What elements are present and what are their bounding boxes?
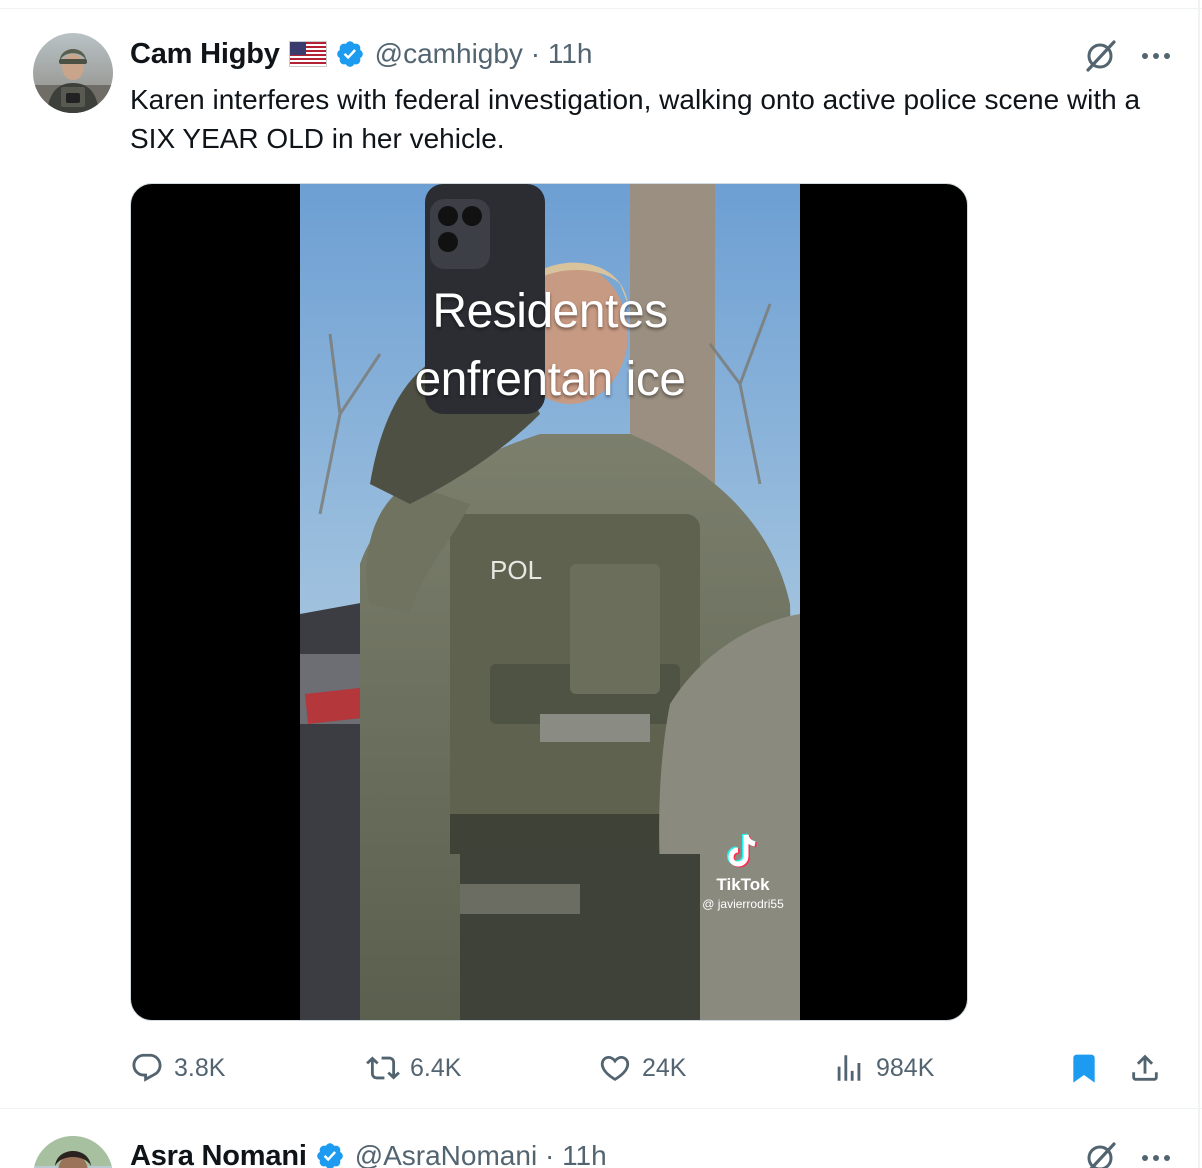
author-name[interactable]: Cam Higby [130,38,280,71]
us-flag-icon [288,41,327,67]
tiktok-logo-icon [726,833,760,872]
share-icon [1132,1054,1158,1081]
grok-icon[interactable] [1082,1140,1118,1168]
timeline-border [1198,0,1200,1168]
reply-icon [132,1053,162,1082]
tiktok-label: TikTok [716,875,770,894]
verified-badge-icon [335,39,365,69]
repost-button[interactable]: 6.4K [366,1048,461,1088]
tweet-text: Karen interferes with federal investigat… [130,84,1141,154]
video-frame[interactable]: POL Residentes enfrentan ice TikTok @ ja… [300,184,800,1020]
top-divider [0,8,1202,9]
repost-icon [366,1056,400,1080]
reply-count: 3.8K [174,1053,226,1082]
tweet-actions: 3.8K 6.4K 24K 984K [130,1048,1170,1088]
bookmark-icon [1073,1054,1095,1083]
tweet-time[interactable]: 11h [562,1140,607,1168]
tweet-header: Cam Higby @camhigby · 11h [130,36,592,72]
author-handle[interactable]: @camhigby · 11h [375,38,593,70]
tweet-top-actions [1082,38,1172,74]
more-icon[interactable] [1140,51,1172,61]
bookmark-button[interactable] [1068,1048,1110,1088]
tiktok-watermark: TikTok @ javierrodri55 [688,832,798,911]
like-count: 24K [642,1053,687,1082]
repost-count: 6.4K [410,1053,462,1082]
author-name[interactable]: Asra Nomani [130,1140,307,1168]
tweet-time[interactable]: 11h [548,38,593,69]
views-button[interactable]: 984K [832,1048,934,1088]
views-count: 984K [876,1053,935,1082]
avatar[interactable] [33,33,113,113]
more-icon[interactable] [1140,1153,1172,1163]
vest-patch: POL [490,555,542,585]
reply-button[interactable]: 3.8K [130,1048,225,1088]
tweet-divider [0,1108,1202,1109]
tweet-video[interactable]: POL Residentes enfrentan ice TikTok @ ja… [130,183,968,1021]
verified-badge-icon [315,1141,345,1168]
like-icon [600,1055,630,1081]
like-button[interactable]: 24K [598,1048,686,1088]
author-handle[interactable]: @AsraNomani · 11h [355,1140,607,1168]
video-caption-line2: enfrentan ice [414,353,686,406]
tweet-header: Asra Nomani @AsraNomani · 11h [130,1138,607,1168]
views-icon [837,1055,861,1081]
avatar[interactable] [33,1136,113,1168]
tweet-top-actions [1082,1140,1172,1168]
grok-icon[interactable] [1082,38,1118,74]
tiktok-username: @ javierrodri55 [702,897,784,911]
share-button[interactable] [1128,1048,1172,1088]
video-caption-line1: Residentes [432,285,668,338]
